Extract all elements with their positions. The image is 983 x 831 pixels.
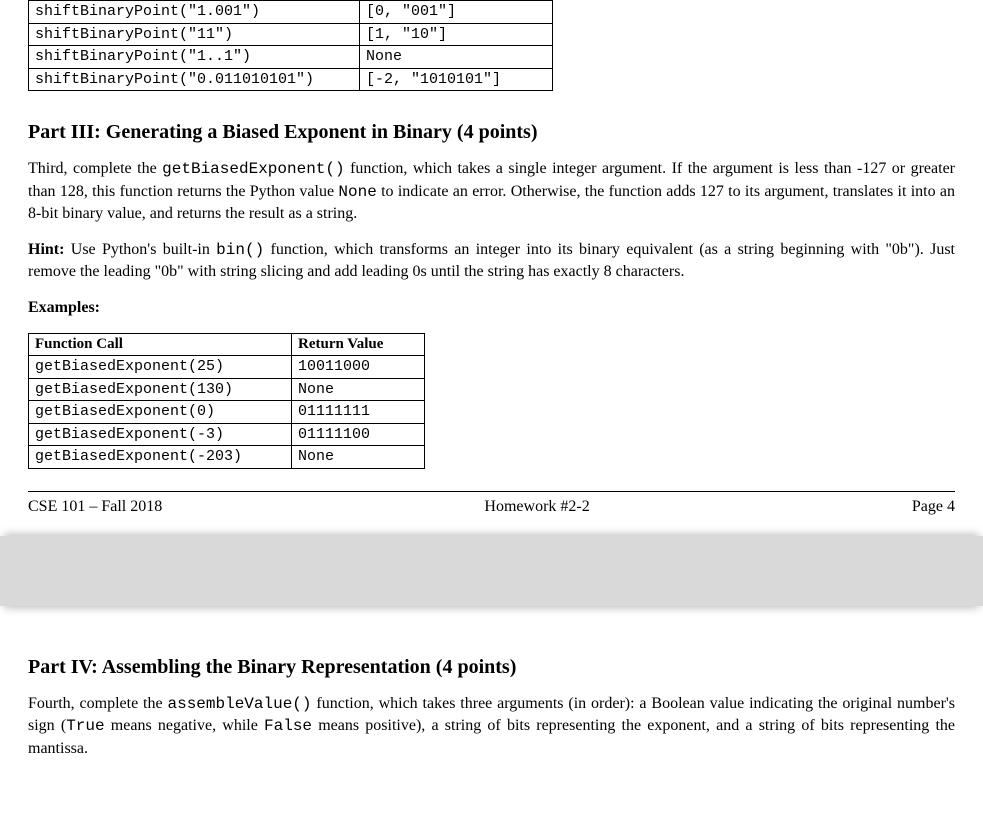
cell-return: [0, "001"] [360,1,553,24]
part-4-paragraph-1: Fourth, complete the assembleValue() fun… [28,693,955,760]
footer-right: Page 4 [912,498,955,516]
code-inline: bin() [216,241,264,259]
cell-return: 01111111 [292,401,425,424]
code-inline: False [264,717,312,735]
table-row: getBiasedExponent(-203) None [29,446,425,469]
biased-exponent-table: Function Call Return Value getBiasedExpo… [28,333,425,469]
cell-return: 10011000 [292,356,425,379]
part-4-heading: Part IV: Assembling the Binary Represent… [28,656,955,679]
col-header-return: Return Value [292,333,425,356]
page-footer: CSE 101 – Fall 2018 Homework #2-2 Page 4 [28,491,955,516]
code-inline: True [66,717,104,735]
cell-return: None [292,446,425,469]
col-header-call: Function Call [29,333,292,356]
table-row: getBiasedExponent(25) 10011000 [29,356,425,379]
hint-label: Hint: [28,241,64,258]
text: means negative, while [105,717,264,734]
text: Third, complete the [28,160,162,177]
cell-call: shiftBinaryPoint("1..1") [29,46,360,69]
cell-call: shiftBinaryPoint("0.011010101") [29,68,360,91]
table-row: shiftBinaryPoint("0.011010101") [-2, "10… [29,68,553,91]
part-3-paragraph-1: Third, complete the getBiasedExponent() … [28,158,955,225]
cell-call: getBiasedExponent(25) [29,356,292,379]
cell-return: None [360,46,553,69]
table-header-row: Function Call Return Value [29,333,425,356]
cell-return: 01111100 [292,423,425,446]
part-3-heading: Part III: Generating a Biased Exponent i… [28,121,955,144]
code-inline: getBiasedExponent() [162,160,344,178]
cell-call: getBiasedExponent(0) [29,401,292,424]
examples-label: Examples: [28,297,955,319]
table-row: getBiasedExponent(0) 01111111 [29,401,425,424]
cell-return: None [292,378,425,401]
text: Fourth, complete the [28,695,167,712]
table-row: shiftBinaryPoint("1.001") [0, "001"] [29,1,553,24]
cell-return: [1, "10"] [360,23,553,46]
part-3-hint: Hint: Use Python's built-in bin() functi… [28,239,955,283]
cell-return: [-2, "1010101"] [360,68,553,91]
table-row: shiftBinaryPoint("11") [1, "10"] [29,23,553,46]
cell-call: getBiasedExponent(-3) [29,423,292,446]
cell-call: shiftBinaryPoint("1.001") [29,1,360,24]
text: Use Python's built-in [64,241,216,258]
table-row: shiftBinaryPoint("1..1") None [29,46,553,69]
shift-binary-point-table: shiftBinaryPoint("1.001") [0, "001"] shi… [28,0,553,91]
footer-left: CSE 101 – Fall 2018 [28,498,162,516]
table-row: getBiasedExponent(-3) 01111100 [29,423,425,446]
cell-call: shiftBinaryPoint("11") [29,23,360,46]
page-1: shiftBinaryPoint("1.001") [0, "001"] shi… [0,0,983,813]
footer-center: Homework #2-2 [484,498,589,516]
cell-call: getBiasedExponent(-203) [29,446,292,469]
code-inline: assembleValue() [167,695,311,713]
page-break [0,536,983,606]
cell-call: getBiasedExponent(130) [29,378,292,401]
table-row: getBiasedExponent(130) None [29,378,425,401]
code-inline: None [338,183,376,201]
